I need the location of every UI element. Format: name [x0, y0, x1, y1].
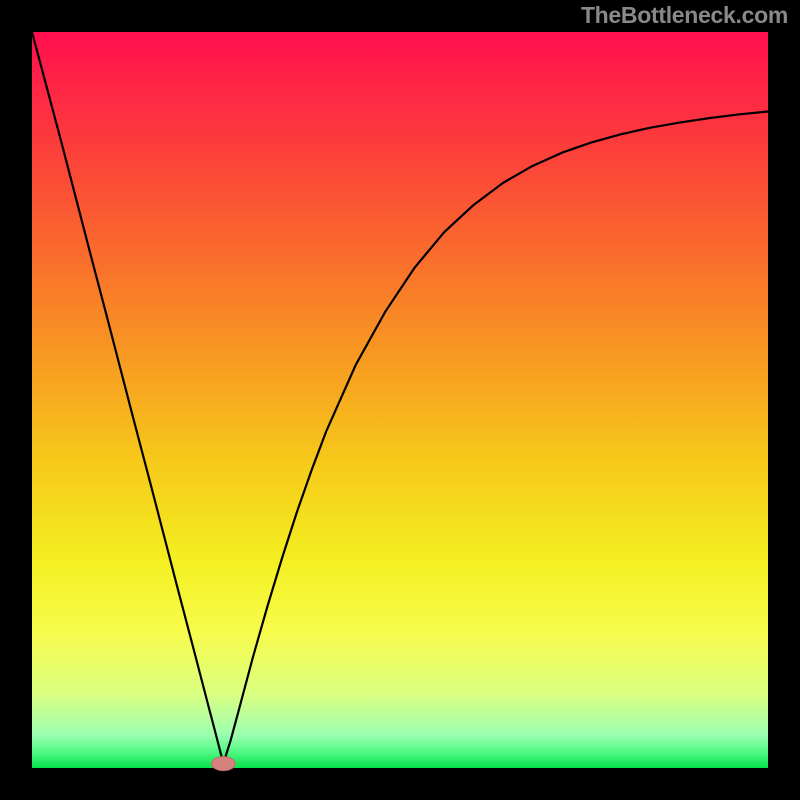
- minimum-marker: [212, 757, 236, 771]
- chart-svg: [0, 0, 800, 800]
- outer-frame: TheBottleneck.com: [0, 0, 800, 800]
- watermark-text: TheBottleneck.com: [581, 2, 788, 29]
- plot-background: [32, 32, 768, 768]
